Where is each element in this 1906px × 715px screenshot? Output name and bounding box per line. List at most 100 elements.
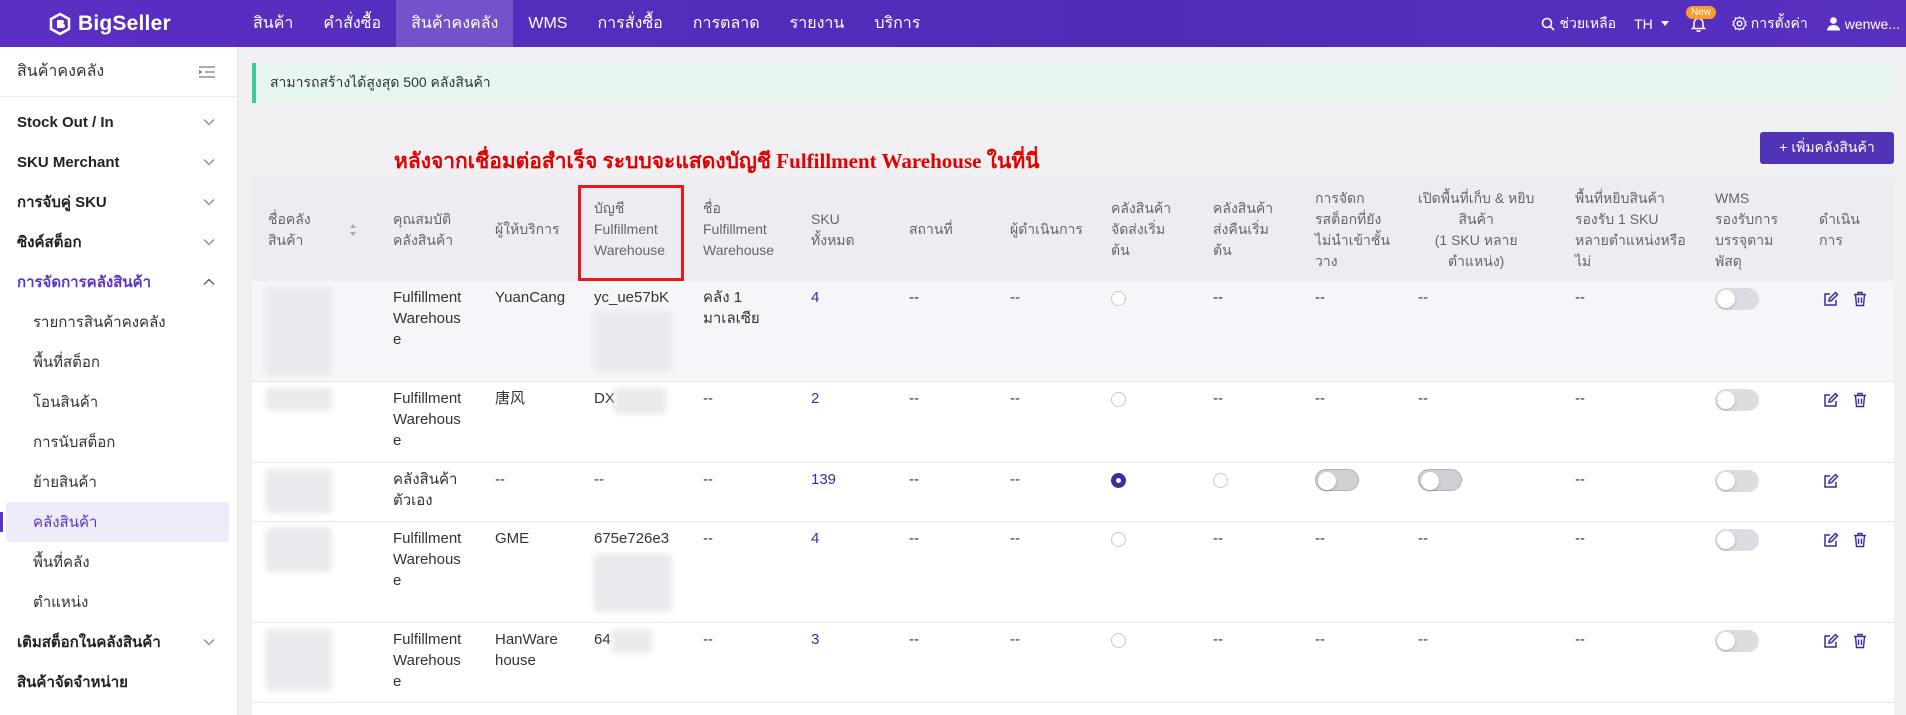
- user-icon: [1826, 17, 1840, 31]
- wms-packing-toggle[interactable]: [1715, 529, 1759, 551]
- edit-icon[interactable]: [1823, 291, 1839, 307]
- cell-attr: Fulfillment Warehous e: [393, 530, 462, 589]
- th-actions: ดำเนิน การ: [1819, 210, 1860, 248]
- language-selector[interactable]: TH: [1634, 16, 1673, 32]
- delete-icon[interactable]: [1852, 392, 1868, 408]
- nav-item-wms[interactable]: WMS: [513, 0, 582, 47]
- settings-link[interactable]: การตั้งค่า: [1731, 13, 1808, 35]
- th-pick-area: เปิดพื้นที่เก็บ & หยิบ สินค้า (1 SKU หลา…: [1418, 189, 1535, 269]
- cell-account: DX: [594, 390, 615, 407]
- cell-return-default: --: [1213, 289, 1223, 306]
- default-return-radio[interactable]: [1213, 473, 1228, 488]
- nav-item-marketing[interactable]: การตลาด: [678, 0, 775, 47]
- collapse-menu-icon[interactable]: [199, 65, 215, 79]
- cell-sku-link[interactable]: 2: [811, 388, 819, 409]
- th-warehouse-name: ชื่อคลัง สินค้า: [268, 210, 311, 248]
- th-warehouse-attr: คุณสมบัติ คลังสินค้า: [393, 210, 454, 248]
- sidebar-group-sku-mapping[interactable]: การจับคู่ SKU: [0, 182, 237, 222]
- cell-unshelved: --: [1315, 390, 1325, 407]
- cell-fw-name: --: [703, 471, 713, 488]
- cell-pick-multi: --: [1575, 530, 1585, 547]
- cell-sku-link[interactable]: 139: [811, 469, 836, 490]
- sidebar-group-warehouse-management[interactable]: การจัดการคลังสินค้า: [0, 262, 237, 302]
- redacted-account: [614, 388, 666, 414]
- user-menu[interactable]: wenwe...: [1826, 16, 1900, 32]
- nav-item-products[interactable]: สินค้า: [238, 0, 308, 47]
- sidebar-item-transfer[interactable]: โอนสินค้า: [0, 382, 237, 422]
- help-link[interactable]: ช่วยเหลือ: [1541, 13, 1616, 35]
- sidebar-group-stock-out-in[interactable]: Stock Out / In: [0, 102, 237, 142]
- cell-sku-link[interactable]: 3: [811, 629, 819, 650]
- pick-area-toggle[interactable]: [1418, 469, 1462, 491]
- nav-item-inventory[interactable]: สินค้าคงคลัง: [396, 0, 514, 47]
- cell-unshelved: --: [1315, 530, 1325, 547]
- sidebar-item-stock-count[interactable]: การนับสต็อก: [0, 422, 237, 462]
- default-ship-radio-selected[interactable]: [1111, 473, 1126, 488]
- wms-packing-toggle[interactable]: [1715, 630, 1759, 652]
- cell-fw-name: --: [703, 390, 713, 407]
- cell-sku-link[interactable]: 4: [811, 287, 819, 308]
- app-logo[interactable]: BigSeller: [48, 12, 233, 36]
- edit-icon[interactable]: [1823, 392, 1839, 408]
- delete-icon[interactable]: [1852, 532, 1868, 548]
- sidebar-item-warehouse[interactable]: คลังสินค้า: [0, 502, 229, 542]
- new-badge: New: [1686, 6, 1717, 19]
- wms-packing-toggle[interactable]: [1715, 288, 1759, 310]
- nav-item-reports[interactable]: รายงาน: [775, 0, 860, 47]
- add-warehouse-button[interactable]: + เพิ่มคลังสินค้า: [1760, 132, 1894, 164]
- settings-label: การตั้งค่า: [1750, 14, 1808, 31]
- cell-operator: --: [1010, 631, 1020, 648]
- sidebar-group-label: SKU Merchant: [17, 153, 120, 171]
- unshelved-stock-toggle[interactable]: [1315, 469, 1359, 491]
- default-ship-radio[interactable]: [1111, 532, 1126, 547]
- cell-operator: --: [1010, 530, 1020, 547]
- table-row: Fulfillment Warehous e 唐风 DX -- 2 -- -- …: [252, 382, 1894, 463]
- chevron-down-icon: [203, 199, 215, 206]
- cell-provider: HanWare house: [495, 631, 558, 669]
- top-right-actions: ช่วยเหลือ TH การตั้งค่า wenwe...: [1541, 0, 1906, 47]
- sidebar-item-stock-area[interactable]: พื้นที่สต็อก: [0, 342, 237, 382]
- table-row: คลังสินค้า ตัวเอง -- -- -- 139 -- -- --: [252, 463, 1894, 522]
- sidebar-group-sku-merchant[interactable]: SKU Merchant: [0, 142, 237, 182]
- cell-pick-area: --: [1418, 530, 1428, 547]
- delete-icon[interactable]: [1852, 291, 1868, 307]
- wms-packing-toggle[interactable]: [1715, 470, 1759, 492]
- cell-provider: YuanCang: [495, 289, 566, 306]
- edit-icon[interactable]: [1823, 633, 1839, 649]
- default-ship-radio[interactable]: [1111, 291, 1126, 306]
- sort-icon[interactable]: [349, 223, 357, 237]
- sidebar-item-move-goods[interactable]: ย้ายสินค้า: [0, 462, 237, 502]
- edit-icon[interactable]: [1823, 532, 1839, 548]
- sidebar-item-inventory-list[interactable]: รายการสินค้าคงคลัง: [0, 302, 237, 342]
- sidebar-group-distribution[interactable]: สินค้าจัดจำหน่าย: [0, 662, 237, 702]
- cell-location: --: [909, 471, 919, 488]
- cell-pick-multi: --: [1575, 390, 1585, 407]
- cell-pick-area: --: [1418, 631, 1428, 648]
- wms-packing-toggle[interactable]: [1715, 389, 1759, 411]
- th-operator: ผู้ดำเนินการ: [1010, 221, 1083, 237]
- edit-icon[interactable]: [1823, 473, 1839, 489]
- sidebar-group-replenish[interactable]: เติมสต็อกในคลังสินค้า: [0, 622, 237, 662]
- delete-icon[interactable]: [1852, 633, 1868, 649]
- cell-account: 64: [594, 631, 611, 648]
- sidebar-group-label: การจับคู่ SKU: [17, 194, 107, 211]
- help-label: ช่วยเหลือ: [1559, 14, 1617, 31]
- sidebar-item-location[interactable]: ตำแหน่ง: [0, 582, 237, 622]
- sidebar-group-label: Stock Out / In: [17, 113, 114, 131]
- sidebar: สินค้าคงคลัง Stock Out / In SKU Merchant…: [0, 47, 238, 715]
- default-ship-radio[interactable]: [1111, 633, 1126, 648]
- user-name: wenwe...: [1844, 15, 1900, 32]
- sidebar-group-stock-sync[interactable]: ซิงค์สต็อก: [0, 222, 237, 262]
- sidebar-item-warehouse-zone[interactable]: พื้นที่คลัง: [0, 542, 237, 582]
- cell-fw-name: --: [703, 631, 713, 648]
- cell-account: --: [594, 471, 604, 488]
- table-row: Fulfillment Warehous e YuanCang yc_ue57b…: [252, 281, 1894, 382]
- nav-item-orders[interactable]: คำสั่งซื้อ: [308, 0, 396, 47]
- redacted-account: [594, 311, 672, 371]
- default-ship-radio[interactable]: [1111, 392, 1126, 407]
- nav-item-services[interactable]: บริการ: [859, 0, 935, 47]
- cell-fw-name: --: [703, 530, 713, 547]
- cell-sku-link[interactable]: 4: [811, 528, 819, 549]
- nav-item-purchase[interactable]: การสั่งซื้อ: [582, 0, 677, 47]
- th-provider: ผู้ให้บริการ: [495, 221, 560, 237]
